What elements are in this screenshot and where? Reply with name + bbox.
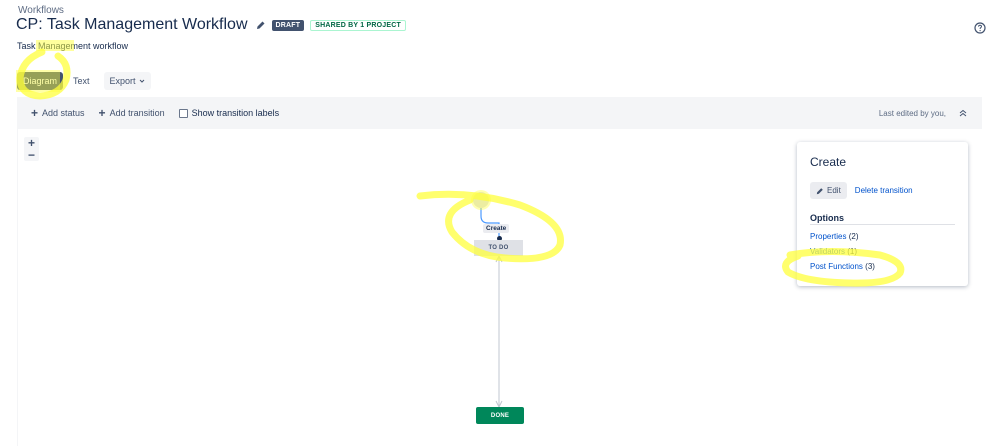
option-properties: Properties (2) (810, 232, 858, 241)
collapse-icon[interactable] (959, 109, 967, 117)
plus-icon: + (31, 105, 39, 120)
diagram-toolbar: + Add status + Add transition Show trans… (17, 97, 982, 129)
shared-badge[interactable]: SHARED BY 1 PROJECT (310, 19, 406, 31)
arrow-head-up (495, 254, 503, 263)
show-transition-labels-label: Show transition labels (191, 108, 280, 118)
zoom-controls: + − (24, 137, 39, 161)
add-transition-label: Add transition (109, 108, 165, 118)
draft-badge: DRAFT (271, 19, 305, 31)
add-status-button[interactable]: + Add status (31, 105, 85, 120)
help-icon[interactable] (974, 22, 986, 34)
post-functions-link[interactable]: Post Functions (810, 262, 863, 271)
option-post-functions: Post Functions (3) (810, 262, 875, 271)
properties-link[interactable]: Properties (810, 232, 846, 241)
title-row: CP: Task Management Workflow DRAFT SHARE… (16, 15, 406, 35)
pencil-icon[interactable] (256, 20, 266, 30)
transition-labels-checkbox[interactable] (178, 108, 188, 118)
page-title: CP: Task Management Workflow (16, 16, 248, 33)
delete-transition-link[interactable]: Delete transition (855, 186, 913, 195)
view-tabs: Diagram Text Export (17, 72, 151, 90)
tab-diagram[interactable]: Diagram (17, 72, 64, 90)
start-node[interactable] (473, 192, 489, 208)
add-transition-button[interactable]: + Add transition (98, 105, 165, 120)
zoom-out-button[interactable]: − (24, 149, 39, 161)
validators-link[interactable]: Validators (810, 247, 845, 256)
export-label: Export (109, 76, 136, 86)
edit-label: Edit (827, 186, 841, 195)
panel-actions: Edit Delete transition (810, 182, 913, 199)
workflow-description: Task Management workflow (17, 41, 129, 51)
add-status-label: Add status (42, 108, 85, 118)
post-functions-count: (3) (865, 262, 875, 271)
last-edited-text: Last edited by you, (878, 108, 946, 118)
properties-count: (2) (848, 232, 859, 241)
export-button[interactable]: Export (103, 72, 151, 90)
tab-text[interactable]: Text (67, 72, 96, 90)
show-transition-labels-toggle[interactable]: Show transition labels (178, 108, 280, 118)
option-validators: Validators (1) (810, 247, 857, 256)
edit-button[interactable]: Edit (810, 182, 847, 199)
pencil-icon (816, 187, 823, 194)
transition-details-panel: Create Edit Delete transition Options Pr… (797, 142, 968, 286)
status-node-done[interactable]: DONE (476, 407, 524, 424)
validators-count: (1) (847, 247, 857, 256)
transition-label-create[interactable]: Create (483, 224, 510, 233)
options-divider (810, 224, 955, 225)
plus-icon: + (98, 105, 106, 120)
options-heading: Options (810, 213, 844, 223)
chevron-down-icon (139, 79, 144, 83)
panel-title: Create (810, 155, 847, 169)
status-node-todo[interactable]: TO DO (474, 240, 523, 256)
